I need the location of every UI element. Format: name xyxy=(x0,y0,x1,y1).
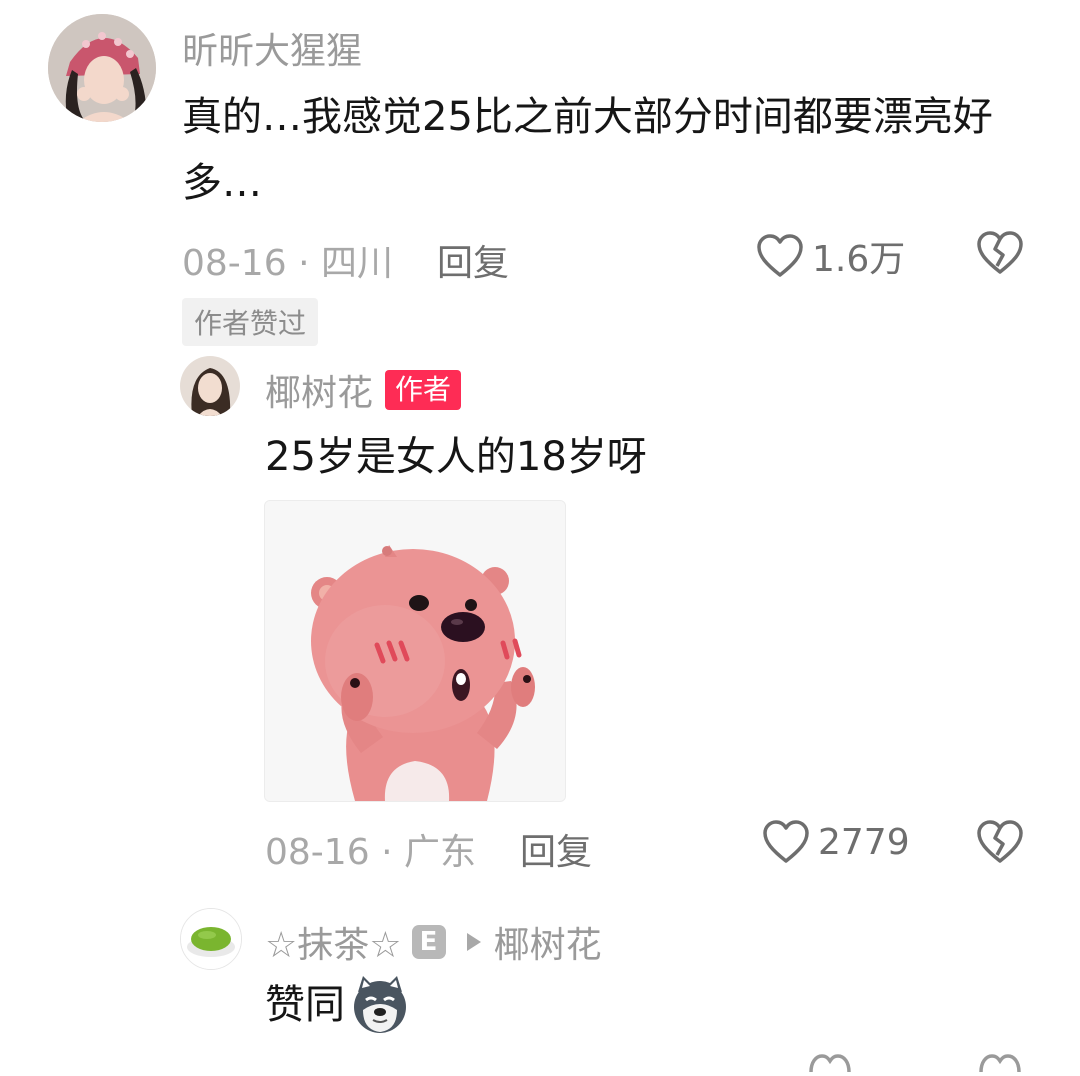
reply1-location: 广东 xyxy=(403,832,476,873)
comment1-reply-button[interactable]: 回复 xyxy=(437,234,509,286)
matcha-powder-image xyxy=(181,909,241,969)
comment1-text: 真的…我感觉25比之前大部分时间都要漂亮好多… xyxy=(182,94,993,206)
reply1-header: 椰树花 作者 xyxy=(265,364,462,416)
reply1-like-button[interactable]: 2779 xyxy=(762,819,910,865)
reply1-text: 25岁是女人的18岁呀 xyxy=(265,434,647,480)
comment1-meta: 08-16 · 四川 xyxy=(182,234,393,286)
level-badge: E xyxy=(411,925,446,959)
avatar-portrait-image xyxy=(180,356,240,416)
heart-outline-icon xyxy=(809,1054,851,1073)
reply1-username[interactable]: 椰树花 xyxy=(265,364,373,416)
avatar-portrait-image xyxy=(48,14,156,122)
doge-emoji-icon xyxy=(354,976,406,1033)
heart-outline-icon xyxy=(757,234,803,277)
heart-outline-icon xyxy=(763,820,809,863)
avatar-comment1[interactable] xyxy=(48,14,156,122)
next-row-dislike-icon-partial xyxy=(978,1052,1022,1076)
reply2-text: 赞同 xyxy=(265,982,345,1028)
comment1-separator: · xyxy=(298,243,310,284)
avatar-reply2[interactable] xyxy=(180,908,242,970)
broken-heart-icon xyxy=(979,1054,1021,1073)
reply2-reply-to-username[interactable]: 椰树花 xyxy=(494,916,602,968)
reply1-reply-button[interactable]: 回复 xyxy=(520,823,592,875)
reply1-like-count: 2779 xyxy=(818,821,910,863)
comment1-like-button[interactable]: 1.6万 xyxy=(756,230,905,282)
comment1-date: 08-16 xyxy=(182,243,287,284)
reply2-content: 赞同 xyxy=(265,972,411,1038)
broken-heart-icon xyxy=(977,820,1023,863)
reply1-separator: · xyxy=(381,832,393,873)
triangle-right-icon xyxy=(466,933,481,951)
broken-heart-icon xyxy=(977,231,1023,274)
next-row-like-icon-partial xyxy=(808,1052,852,1076)
comment1-like-count: 1.6万 xyxy=(812,239,906,280)
reply1-meta: 08-16 · 广东 xyxy=(265,823,476,875)
reply1-date: 08-16 xyxy=(265,832,370,873)
comment1-dislike-button[interactable] xyxy=(976,230,1024,280)
comment1-username[interactable]: 昕昕大猩猩 xyxy=(182,22,362,74)
reply1-sticker[interactable] xyxy=(264,500,566,802)
reply2-header: ☆抹茶☆ E 椰树花 xyxy=(265,916,602,968)
comment1-location: 四川 xyxy=(320,243,393,284)
liked-by-author-tag: 作者赞过 xyxy=(182,298,319,346)
avatar-reply1[interactable] xyxy=(180,356,240,416)
author-badge: 作者 xyxy=(385,370,462,410)
reply2-username[interactable]: ☆抹茶☆ xyxy=(265,916,402,968)
pink-beaver-sticker-image xyxy=(265,501,565,801)
reply1-dislike-button[interactable] xyxy=(976,819,1024,869)
